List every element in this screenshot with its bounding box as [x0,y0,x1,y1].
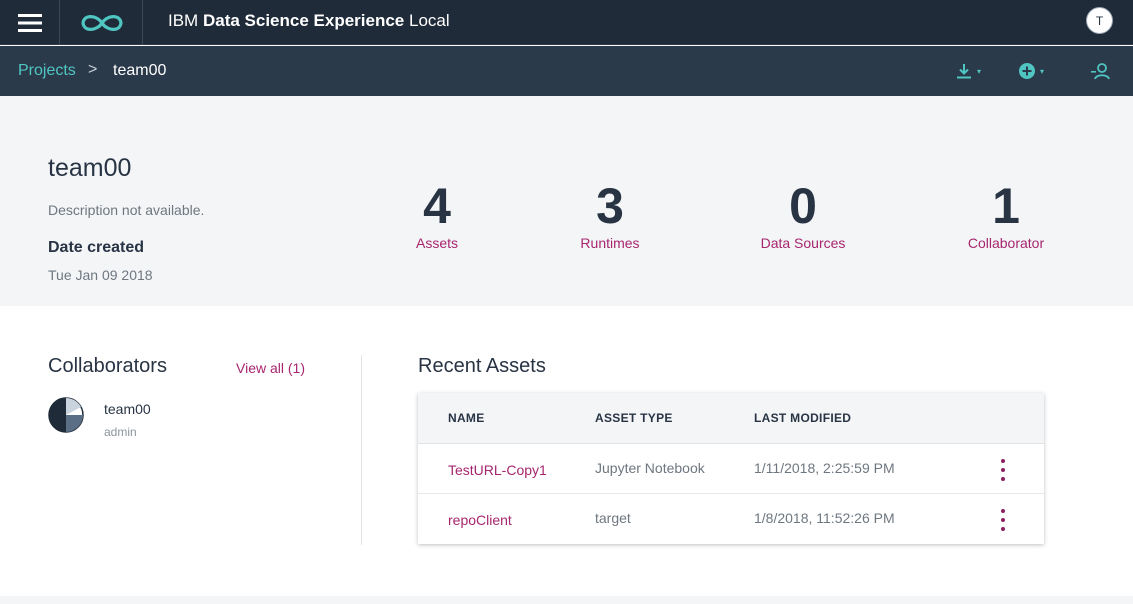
project-description: Description not available. [48,202,205,218]
stat-assets-value: 4 [423,178,451,234]
project-summary: team00 Description not available. Date c… [0,96,1133,306]
hamburger-icon [17,13,42,32]
collaborator-name[interactable]: team00 [104,401,151,417]
app-title-prefix: IBM [168,11,199,30]
collaborators-title: Collaborators [48,355,167,377]
stat-assets-label: Assets [415,235,458,251]
download-icon [957,64,971,79]
add-button[interactable]: ▾ [1018,61,1044,81]
recent-assets-table: NAME ASSET TYPE LAST MODIFIED TestURL-Co… [418,393,1044,544]
stat-collaborator-label: Collaborator [967,235,1045,251]
date-created-label: Date created [48,239,145,256]
add-circle-icon [1019,63,1035,79]
breadcrumb-separator: > [88,61,98,78]
add-collaborator-icon [1091,63,1110,80]
table-row: repoClient target 1/8/2018, 11:52:26 PM [418,494,1044,544]
stat-data-sources-value: 0 [789,178,817,234]
breadcrumb-bar: Projects > team00 ▾ ▾ [0,46,1133,96]
date-created-value: Tue Jan 09 2018 [48,267,153,283]
column-header-asset-type[interactable]: ASSET TYPE [595,411,673,425]
asset-name-link[interactable]: TestURL-Copy1 [448,462,547,478]
app-title-suffix: Local [408,11,450,30]
stat-runtimes-label: Runtimes [580,235,640,251]
kebab-dot-icon [1001,518,1005,522]
breadcrumb-current: team00 [113,62,167,79]
user-initial: T [1095,13,1104,28]
chevron-down-icon: ▾ [1040,66,1045,76]
view-all-collaborators-link[interactable]: View all (1) [236,360,305,376]
project-name: team00 [48,154,132,182]
top-header: IBM Data Science Experience Local T [0,0,1133,45]
stat-collaborator[interactable]: 1 Collaborator [936,174,1076,251]
table-header: NAME ASSET TYPE LAST MODIFIED [418,393,1044,444]
logo[interactable] [61,0,143,45]
kebab-dot-icon [1001,527,1005,531]
stat-data-sources[interactable]: 0 Data Sources [733,174,873,251]
footer-strip [0,596,1133,604]
collaborator-role: admin [104,425,137,439]
row-actions-button[interactable] [998,459,1008,481]
column-header-last-modified[interactable]: LAST MODIFIED [754,411,851,425]
stat-runtimes-value: 3 [596,178,624,234]
row-actions-button[interactable] [998,509,1008,531]
infinity-logo-icon [80,14,123,31]
stat-assets[interactable]: 4 Assets [367,174,507,251]
kebab-dot-icon [1001,468,1005,472]
breadcrumb-projects-link[interactable]: Projects [18,62,76,80]
hamburger-menu-button[interactable] [0,0,60,45]
stat-runtimes[interactable]: 3 Runtimes [540,174,680,251]
asset-last-modified: 1/11/2018, 2:25:59 PM [754,460,895,476]
chevron-down-icon: ▾ [977,66,982,76]
asset-name-link[interactable]: repoClient [448,512,512,528]
app-title: IBM Data Science Experience Local [168,11,450,31]
user-avatar-button[interactable]: T [1086,7,1113,34]
asset-type: target [595,510,631,526]
collaborator-avatar [48,397,84,433]
column-header-name[interactable]: NAME [448,411,485,425]
kebab-dot-icon [1001,477,1005,481]
app-title-strong: Data Science Experience [202,11,405,30]
recent-assets-title: Recent Assets [418,355,546,377]
asset-last-modified: 1/8/2018, 11:52:26 PM [754,510,895,526]
kebab-dot-icon [1001,459,1005,463]
stat-data-sources-label: Data Sources [760,235,846,251]
asset-type: Jupyter Notebook [595,460,705,476]
stat-collaborator-value: 1 [992,178,1020,234]
add-collaborator-button[interactable] [1090,61,1110,81]
download-button[interactable]: ▾ [955,61,981,81]
section-divider [361,355,362,545]
kebab-dot-icon [1001,509,1005,513]
table-row: TestURL-Copy1 Jupyter Notebook 1/11/2018… [418,444,1044,494]
